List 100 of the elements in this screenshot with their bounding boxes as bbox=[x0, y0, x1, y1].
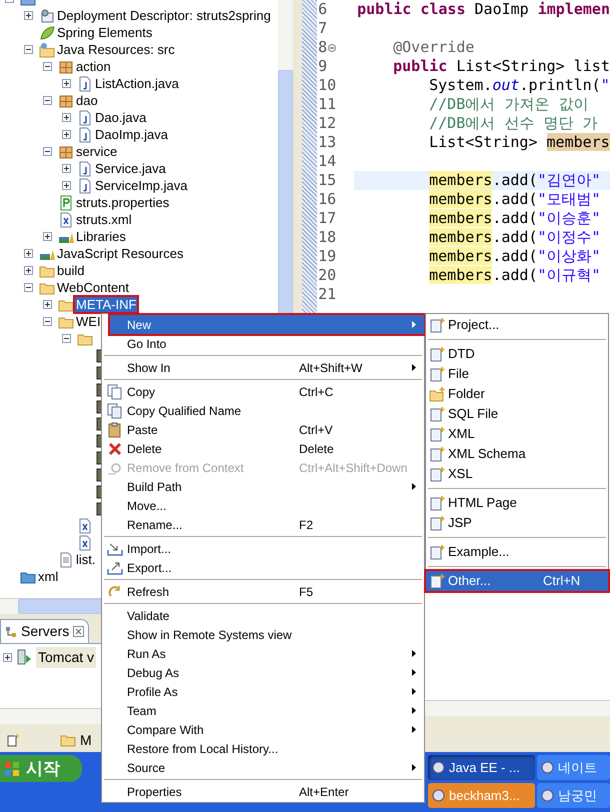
expand-icon[interactable] bbox=[43, 232, 52, 241]
line-number: 21 bbox=[318, 285, 336, 304]
new-document-icon bbox=[429, 573, 445, 589]
submenu-arrow-icon bbox=[412, 321, 416, 328]
menu-item[interactable]: Team bbox=[102, 701, 424, 720]
collapse-icon[interactable] bbox=[43, 147, 52, 156]
taskbar-button[interactable]: Java EE - ... bbox=[428, 755, 535, 780]
refresh-icon bbox=[106, 584, 122, 600]
properties-file-icon bbox=[58, 194, 74, 210]
line-number: 7 bbox=[318, 19, 328, 38]
tree-item[interactable]: DaoImp.java bbox=[94, 127, 169, 142]
tree-item[interactable]: ListAction.java bbox=[94, 76, 180, 91]
menu-item[interactable]: Validate bbox=[102, 606, 424, 625]
menu-item[interactable]: Move... bbox=[102, 496, 424, 515]
taskbar-button[interactable]: 남궁민 bbox=[537, 783, 610, 808]
line-number: 15 bbox=[318, 171, 336, 190]
close-icon[interactable] bbox=[73, 626, 84, 637]
tree-item[interactable]: Dao.java bbox=[94, 110, 148, 125]
code-line: public class DaoImp implemen bbox=[357, 0, 610, 19]
delete-icon bbox=[106, 440, 122, 456]
menu-item[interactable]: XML Schema bbox=[426, 444, 608, 464]
menu-item[interactable]: Rename... F2 bbox=[102, 515, 424, 534]
tree-item[interactable]: list. bbox=[75, 552, 96, 567]
menu-item[interactable]: Import... bbox=[102, 539, 424, 558]
tree-item[interactable]: xml bbox=[37, 569, 60, 584]
menu-item[interactable]: File bbox=[426, 364, 608, 384]
tree-item[interactable]: JavaScript Resources bbox=[56, 246, 184, 261]
menu-item[interactable]: Delete Delete bbox=[102, 439, 424, 458]
collapse-icon[interactable] bbox=[62, 334, 71, 343]
tree-item[interactable]: Libraries bbox=[75, 229, 127, 244]
start-button[interactable]: 시작 bbox=[0, 755, 82, 782]
menu-item[interactable]: New bbox=[110, 315, 424, 334]
expand-icon[interactable] bbox=[24, 11, 33, 20]
tree-item[interactable]: struts.xml bbox=[75, 212, 133, 227]
tree-item[interactable]: action bbox=[75, 59, 112, 74]
menu-item[interactable]: XSL bbox=[426, 464, 608, 484]
tree-item[interactable]: dao bbox=[75, 93, 99, 108]
menu-item[interactable]: SQL File bbox=[426, 404, 608, 424]
expand-icon[interactable] bbox=[62, 130, 71, 139]
collapse-icon[interactable] bbox=[24, 283, 33, 292]
menu-item[interactable]: Debug As bbox=[102, 663, 424, 682]
java-file-icon bbox=[77, 76, 93, 92]
menu-item[interactable]: Go Into bbox=[102, 334, 424, 353]
menu-item[interactable]: Copy Ctrl+C bbox=[102, 382, 424, 401]
tree-item[interactable]: META-INF bbox=[75, 297, 138, 312]
line-number: 18 bbox=[318, 228, 336, 247]
tree-item[interactable]: build bbox=[56, 263, 86, 278]
line-number: 20 bbox=[318, 266, 336, 285]
servers-icon bbox=[5, 626, 17, 638]
tree-item[interactable]: struts.properties bbox=[75, 195, 170, 210]
tree-item[interactable]: Java Resources: src bbox=[56, 42, 176, 57]
collapse-icon[interactable] bbox=[24, 45, 33, 54]
expand-icon[interactable] bbox=[62, 113, 71, 122]
tree-item[interactable]: WebContent bbox=[56, 280, 130, 295]
menu-item[interactable]: Properties Alt+Enter bbox=[102, 782, 424, 801]
line-number: 10 bbox=[318, 76, 336, 95]
menu-item[interactable]: Show in Remote Systems view bbox=[102, 625, 424, 644]
menu-item[interactable]: Example... bbox=[426, 542, 608, 562]
servers-tab[interactable]: Servers bbox=[0, 619, 90, 643]
collapse-icon[interactable] bbox=[43, 96, 52, 105]
menu-item[interactable]: Refresh F5 bbox=[102, 582, 424, 601]
tree-item[interactable]: ServiceImp.java bbox=[94, 178, 188, 193]
menu-item[interactable]: Export... bbox=[102, 558, 424, 577]
menu-item[interactable]: Run As bbox=[102, 644, 424, 663]
menu-item[interactable]: DTD bbox=[426, 344, 608, 364]
collapse-icon[interactable] bbox=[43, 317, 52, 326]
expand-icon[interactable] bbox=[24, 266, 33, 275]
menu-item[interactable]: Project... bbox=[426, 315, 608, 335]
tree-item[interactable]: Deployment Descriptor: struts2spring bbox=[56, 8, 272, 23]
menu-item[interactable]: Build Path bbox=[102, 477, 424, 496]
expand-icon[interactable] bbox=[62, 164, 71, 173]
menu-item[interactable]: Other... Ctrl+N bbox=[426, 571, 608, 591]
menu-item[interactable]: Compare With bbox=[102, 720, 424, 739]
submenu-arrow-icon bbox=[412, 669, 416, 676]
server-item[interactable]: Tomcat v bbox=[36, 646, 96, 668]
tree-item[interactable]: Service.java bbox=[94, 161, 167, 176]
collapse-icon[interactable] bbox=[43, 62, 52, 71]
menu-item[interactable]: Restore from Local History... bbox=[102, 739, 424, 758]
expand-icon[interactable] bbox=[24, 249, 33, 258]
tree-item[interactable]: WEI bbox=[75, 314, 102, 329]
expand-icon[interactable] bbox=[62, 79, 71, 88]
toolbar-label: M bbox=[80, 730, 92, 750]
menu-item[interactable]: Show In Alt+Shift+W bbox=[102, 358, 424, 377]
menu-item[interactable]: Profile As bbox=[102, 682, 424, 701]
expand-icon[interactable] bbox=[43, 300, 52, 309]
menu-item[interactable]: HTML Page bbox=[426, 493, 608, 513]
expand-icon[interactable] bbox=[3, 652, 12, 662]
taskbar-button[interactable]: 네이트 bbox=[537, 755, 610, 780]
menu-item[interactable]: JSP bbox=[426, 513, 608, 533]
new-document-icon bbox=[429, 495, 445, 511]
tree-item[interactable]: service bbox=[75, 144, 118, 159]
clipboard-icon bbox=[106, 422, 122, 438]
copy-icon bbox=[106, 384, 122, 400]
menu-item[interactable]: Folder bbox=[426, 384, 608, 404]
menu-item[interactable]: Copy Qualified Name bbox=[102, 401, 424, 420]
expand-icon[interactable] bbox=[62, 181, 71, 190]
menu-item[interactable]: Source bbox=[102, 758, 424, 777]
menu-item[interactable]: Paste Ctrl+V bbox=[102, 420, 424, 439]
menu-item[interactable]: XML bbox=[426, 424, 608, 444]
tree-item[interactable]: Spring Elements bbox=[56, 25, 154, 40]
